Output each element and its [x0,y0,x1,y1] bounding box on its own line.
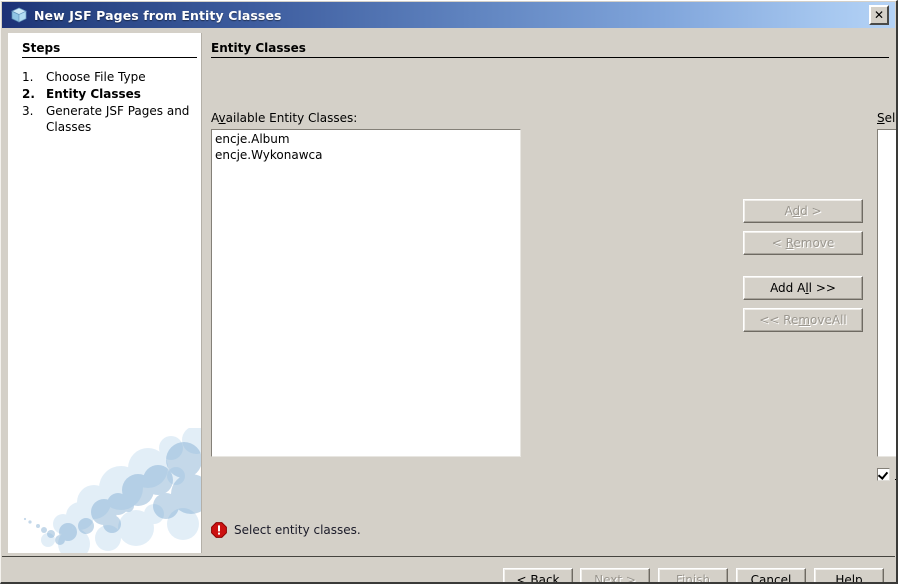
remove-button[interactable]: < Remove [743,231,863,255]
step-item-1: 1. Choose File Type [22,69,200,85]
steps-heading-label: Steps [22,41,61,55]
add-all-button[interactable]: Add All >> [743,276,863,300]
step-number: 1. [22,70,34,84]
panel-heading-label: Entity Classes [211,41,306,55]
step-number: 3. [22,104,34,118]
step-label: Generate JSF Pages and Classes [46,104,190,134]
step-item-2: 2. Entity Classes [22,86,200,102]
error-message-text: Select entity classes. [234,523,361,537]
window-title: New JSF Pages from Entity Classes [34,7,282,23]
steps-heading: Steps [22,41,197,58]
list-item[interactable]: encje.Wykonawca [213,147,520,163]
close-icon[interactable]: ✕ [869,5,889,25]
steps-panel: Steps 1. Choose File Type 2. Entity Clas… [8,33,202,553]
cube-icon [11,7,27,23]
footer-bar: < Back Next > Finish Cancel Help [2,559,895,582]
dialog-content: Steps 1. Choose File Type 2. Entity Clas… [2,28,896,582]
panel-heading: Entity Classes [211,41,889,58]
error-message-row: Select entity classes. [211,522,361,538]
available-classes-label: Available Entity Classes: [211,111,358,125]
step-number: 2. [22,87,35,101]
selected-classes-label: Selected Entity Classes: [877,111,896,125]
error-octagon-icon [211,522,227,538]
checkbox-box[interactable] [877,467,890,481]
main-panel: Entity Classes Available Entity Classes:… [203,33,896,553]
help-button[interactable]: Help [814,568,884,582]
add-button[interactable]: Add > [743,199,863,223]
finish-button[interactable]: Finish [658,568,728,582]
cancel-button[interactable]: Cancel [736,568,806,582]
footer-separator [2,556,895,557]
back-button[interactable]: < Back [503,568,573,582]
selected-classes-list[interactable] [877,129,896,457]
steps-heading-rule [22,57,197,58]
step-label: Choose File Type [46,70,146,84]
decorative-bubbles [23,428,201,553]
remove-all-button[interactable]: << RemoveAll [743,308,863,332]
next-button[interactable]: Next > [580,568,650,582]
title-bar: New JSF Pages from Entity Classes ✕ [2,2,895,28]
panel-heading-rule [211,57,889,58]
dialog-window: New JSF Pages from Entity Classes ✕ Step… [0,0,898,584]
include-referenced-classes-checkbox[interactable]: Include Referenced Classes [877,467,896,481]
step-label: Entity Classes [46,87,141,101]
available-classes-list[interactable]: encje.Album encje.Wykonawca [211,129,521,457]
step-item-3: 3. Generate JSF Pages and Classes [22,103,200,135]
steps-list: 1. Choose File Type 2. Entity Classes 3.… [22,69,200,136]
list-item[interactable]: encje.Album [213,131,520,147]
